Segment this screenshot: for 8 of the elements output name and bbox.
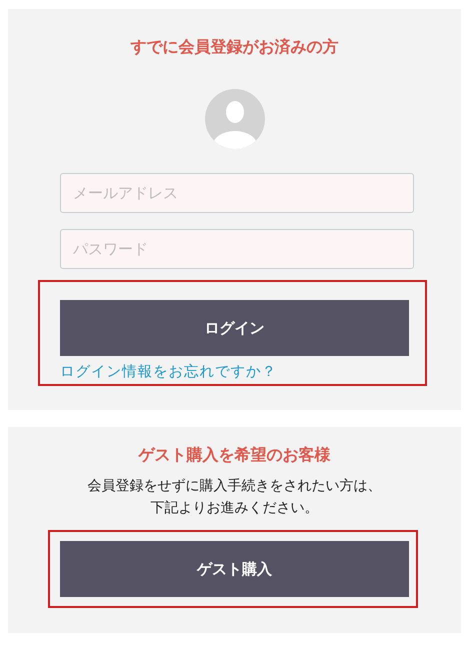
email-field[interactable]: メールアドレス bbox=[60, 173, 414, 213]
password-field[interactable]: パスワード bbox=[60, 229, 414, 269]
login-button[interactable]: ログイン bbox=[60, 300, 409, 356]
section-title: ゲスト購入を希望のお客様 bbox=[137, 444, 332, 466]
guest-purchase-button[interactable]: ゲスト購入 bbox=[60, 541, 409, 597]
avatar-icon bbox=[204, 89, 264, 149]
section-title: すでに会員登録がお済みの方 bbox=[130, 36, 340, 58]
description-text: 会員登録をせずに購入手続きをされたい方は、 下記よりお進みください。 bbox=[86, 477, 382, 518]
